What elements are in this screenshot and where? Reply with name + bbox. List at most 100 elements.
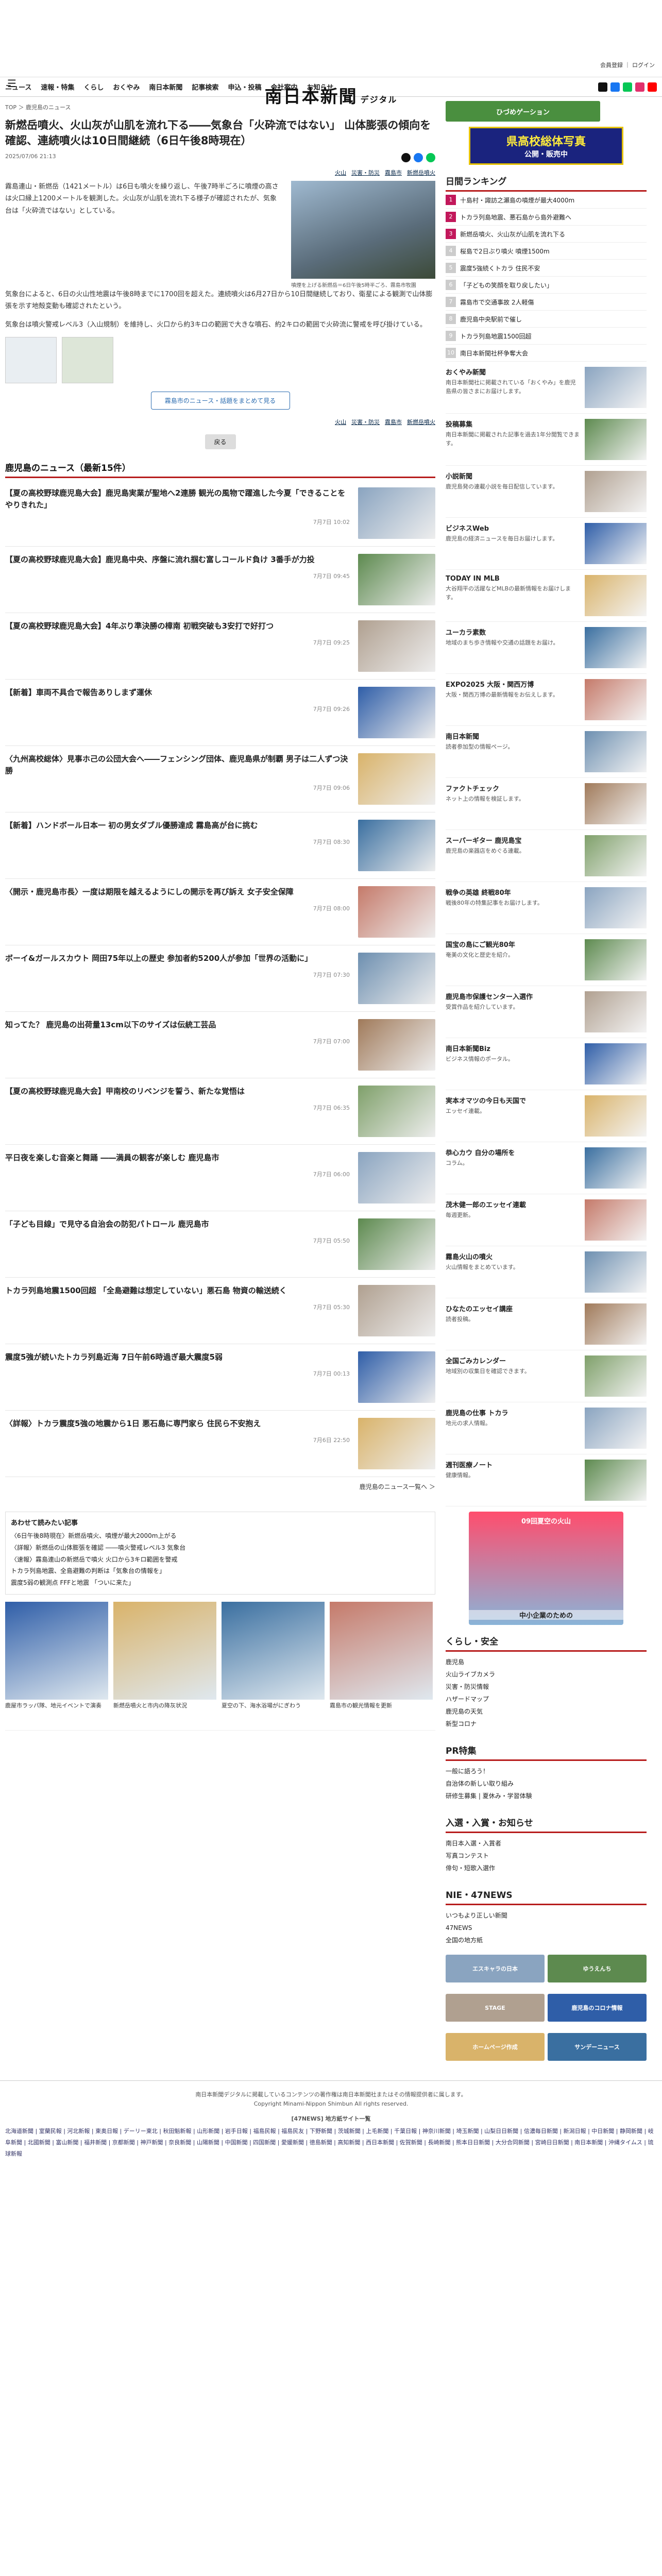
sidebar-feature[interactable]: ファクトチェック ネット上の情報を検証します。 xyxy=(446,778,647,830)
news-item[interactable]: 【夏の高校野球鹿児島大会】鹿児島実業が聖地へ2連勝 観光の風物で躍進した今夏「で… xyxy=(5,480,435,547)
footer-banner[interactable]: STAGE xyxy=(446,1994,545,2022)
sidebar-feature[interactable]: 南日本新聞Biz ビジネス情報のポータル。 xyxy=(446,1038,647,1090)
sidebar-feature[interactable]: 週刊医療ノート 健康情報。 xyxy=(446,1454,647,1506)
ranking-item[interactable]: 1 十島村・諏訪之瀬島の噴煙が最大4000m xyxy=(446,192,647,209)
ranking-item[interactable]: 4 桜島で2日ぶり噴火 噴煙1500m xyxy=(446,243,647,260)
news-title[interactable]: 「子ども目線」で見守る自治会の防犯パトロール 鹿児島市 xyxy=(5,1218,350,1230)
card-title[interactable]: 霧島市の観光情報を更新 xyxy=(330,1702,433,1709)
news-thumbnail[interactable] xyxy=(358,953,435,1005)
news-title[interactable]: 震度5強が続いたトカラ列島近海 7日午前6時過ぎ最大震度5弱 xyxy=(5,1351,350,1363)
news-thumbnail[interactable] xyxy=(358,554,435,606)
sidebar-link[interactable]: 写真コンテスト xyxy=(446,1850,647,1862)
ad-banner[interactable]: 県高校総体写真 公開・販売中 xyxy=(469,127,623,165)
footer-banner[interactable]: ゆうえんち xyxy=(548,1955,647,1982)
feature-title[interactable]: 霧島火山の噴火 xyxy=(446,1251,580,1261)
sidebar-feature[interactable]: 鹿児島の仕事 トカラ 地元の求人情報。 xyxy=(446,1402,647,1454)
feature-title[interactable]: 週刊医療ノート xyxy=(446,1460,580,1469)
feature-image[interactable] xyxy=(585,939,647,980)
card-image[interactable] xyxy=(330,1602,433,1700)
sidebar-link[interactable]: 南日本入選・入賞者 xyxy=(446,1837,647,1850)
footer-banner[interactable]: サンデーニュース xyxy=(548,2033,647,2061)
related-link[interactable]: 〈速報〉霧島連山の新燃岳で噴火 火口から3キロ範囲を警戒 xyxy=(11,1554,430,1566)
news-item[interactable]: 【新着】車両不具合で報告ありしまず運休 7月7日 09:26 xyxy=(5,680,435,747)
ranking-title-text[interactable]: 南日本新聞社杯争奪大会 xyxy=(460,349,528,358)
news-thumbnail[interactable] xyxy=(358,1086,435,1138)
feature-image[interactable] xyxy=(585,731,647,772)
feature-title[interactable]: 全国ごみカレンダー xyxy=(446,1355,580,1365)
ranking-title-text[interactable]: 桜島で2日ぶり噴火 噴煙1500m xyxy=(460,247,550,256)
news-title[interactable]: 【夏の高校野球鹿児島大会】鹿児島実業が聖地へ2連勝 観光の風物で躍進した今夏「で… xyxy=(5,487,350,512)
sidebar-feature[interactable]: 霧島火山の噴火 火山情報をまとめています。 xyxy=(446,1246,647,1298)
tag-link[interactable]: 災害・防災 xyxy=(351,168,380,177)
feature-title[interactable]: EXPO2025 大阪・関西万博 xyxy=(446,679,580,689)
tag-link[interactable]: 新燃岳噴火 xyxy=(407,168,435,177)
ad-banner[interactable]: 09回夏空の火山 中小企業のための xyxy=(469,1512,623,1625)
sidebar-feature[interactable]: ビジネスWeb 鹿児島の経済ニュースを毎日お届けします。 xyxy=(446,518,647,570)
news-thumbnail[interactable] xyxy=(358,753,435,805)
feature-image[interactable] xyxy=(585,783,647,824)
map-image[interactable] xyxy=(62,337,113,384)
sidebar-link[interactable]: 新型コロナ xyxy=(446,1718,647,1730)
news-title[interactable]: 〈詳報〉トカラ震度5強の地震から1日 悪石島に専門家ら 住民ら不安抱え xyxy=(5,1418,350,1430)
news-title[interactable]: 【夏の高校野球鹿児島大会】甲南校のリベンジを誓う、新たな覚悟は xyxy=(5,1086,350,1097)
sidebar-feature[interactable]: 実本オマツの今日も天国で エッセイ連載。 xyxy=(446,1090,647,1142)
news-thumbnail[interactable] xyxy=(358,1218,435,1270)
sidebar-feature[interactable]: おくやみ新聞 南日本新聞社に掲載されている「おくやみ」を鹿児島県の皆さまにお届けし… xyxy=(446,362,647,414)
news-item[interactable]: 〈詳報〉トカラ震度5強の地震から1日 悪石島に専門家ら 住民ら不安抱え 7月6日 … xyxy=(5,1411,435,1478)
sidebar-feature[interactable]: 小説新聞 鹿児島発の連載小説を毎日配信しています。 xyxy=(446,466,647,518)
related-link[interactable]: 〈詳報〉新燃岳の山体膨張を確認 ――噴火警戒レベル3 気象台 xyxy=(11,1542,430,1554)
sidebar-feature[interactable]: 投稿募集 南日本新聞に掲載された記事を過去1年分閲覧できます。 xyxy=(446,414,647,466)
article-photo[interactable] xyxy=(291,180,435,279)
card-image[interactable] xyxy=(5,1602,108,1700)
news-thumbnail[interactable] xyxy=(358,1285,435,1337)
feature-title[interactable]: 南日本新聞Biz xyxy=(446,1043,580,1053)
sidebar-feature[interactable]: 国宝の島にご観光80年 奄美の文化と歴史を紹介。 xyxy=(446,934,647,986)
ranking-title-text[interactable]: 「子どもの笑顔を取り戻したい」 xyxy=(460,281,553,290)
feature-title[interactable]: ビジネスWeb xyxy=(446,523,580,533)
sidebar-feature[interactable]: ユーカラ素数 地域のまち歩き情報や交通の話題をお届け。 xyxy=(446,622,647,674)
news-title[interactable]: 【夏の高校野球鹿児島大会】鹿児島中央、序盤に流れ掴む富しコールド負け 3番手が力… xyxy=(5,554,350,566)
feature-image[interactable] xyxy=(585,1460,647,1501)
ranking-item[interactable]: 3 新燃岳噴火、火山灰が山肌を流れ下る xyxy=(446,226,647,243)
feature-image[interactable] xyxy=(585,1408,647,1449)
sidebar-feature[interactable]: 全国ごみカレンダー 地域別の収集日を確認できます。 xyxy=(446,1350,647,1402)
tag-link[interactable]: 火山 xyxy=(335,418,346,426)
sidebar-feature[interactable]: ひなたのエッセイ講座 読者投稿。 xyxy=(446,1298,647,1350)
footer-banner[interactable]: ホームページ作成 xyxy=(446,2033,545,2061)
card[interactable]: 新燃岳噴火と市内の降灰状況 xyxy=(113,1602,216,1709)
card-title[interactable]: 新燃岳噴火と市内の降灰状況 xyxy=(113,1702,216,1709)
tag-link[interactable]: 火山 xyxy=(335,168,346,177)
feature-image[interactable] xyxy=(585,887,647,928)
feature-image[interactable] xyxy=(585,419,647,460)
sidebar-feature[interactable]: 南日本新聞 読者参加型の情報ページ。 xyxy=(446,726,647,778)
news-item[interactable]: 「子ども目線」で見守る自治会の防犯パトロール 鹿児島市 7月7日 05:50 xyxy=(5,1211,435,1278)
sidebar-feature[interactable]: 鹿児島市保護センター入選作 受賞作品を紹介しています。 xyxy=(446,986,647,1038)
tag-link[interactable]: 新燃岳噴火 xyxy=(407,418,435,426)
news-title[interactable]: 【新着】ハンドボール日本一 初の男女ダブル優勝達成 霧島高が台に挑む xyxy=(5,820,350,832)
feature-title[interactable]: ひなたのエッセイ講座 xyxy=(446,1303,580,1313)
feature-title[interactable]: スーパーギター 鹿児島宝 xyxy=(446,835,580,845)
tag-link[interactable]: 災害・防災 xyxy=(351,418,380,426)
feature-title[interactable]: 戦争の英雄 終戦80年 xyxy=(446,887,580,897)
ranking-title-text[interactable]: 霧島市で交通事故 2人軽傷 xyxy=(460,298,534,307)
feature-title[interactable]: 南日本新聞 xyxy=(446,731,580,741)
news-title[interactable]: 〈開示・鹿児島市長〉一度は期限を越えるようにしの開示を再び訴え 女子安全保障 xyxy=(5,886,350,898)
feature-image[interactable] xyxy=(585,679,647,720)
footer-banner[interactable]: エスキャラの日本 xyxy=(446,1955,545,1982)
map-image[interactable] xyxy=(5,337,57,384)
news-item[interactable]: 【新着】ハンドボール日本一 初の男女ダブル優勝達成 霧島高が台に挑む 7月7日 0… xyxy=(5,812,435,879)
sidebar-feature[interactable]: 戦争の英雄 終戦80年 戦後80年の特集記事をお届けします。 xyxy=(446,882,647,934)
ranking-title-text[interactable]: トカラ列島地震1500回超 xyxy=(460,332,532,341)
sidebar-link[interactable]: 全国の地方紙 xyxy=(446,1934,647,1946)
register-link[interactable]: 会員登録 xyxy=(600,62,623,69)
sidebar-link[interactable]: 火山ライブカメラ xyxy=(446,1668,647,1681)
card-image[interactable] xyxy=(222,1602,325,1700)
news-more-link[interactable]: 鹿児島のニュース一覧へ ＞ xyxy=(5,1477,435,1496)
sidebar-link[interactable]: いつもより正しい新聞 xyxy=(446,1909,647,1922)
feature-title[interactable]: 鹿児島の仕事 トカラ xyxy=(446,1408,580,1417)
news-item[interactable]: 【夏の高校野球鹿児島大会】鹿児島中央、序盤に流れ掴む富しコールド負け 3番手が力… xyxy=(5,547,435,614)
news-thumbnail[interactable] xyxy=(358,1019,435,1071)
feature-title[interactable]: 国宝の島にご観光80年 xyxy=(446,939,580,949)
card[interactable]: 鹿屋市ラッパ隊、地元イベントで演奏 xyxy=(5,1602,108,1709)
ranking-title-text[interactable]: 新燃岳噴火、火山灰が山肌を流れ下る xyxy=(460,230,565,239)
